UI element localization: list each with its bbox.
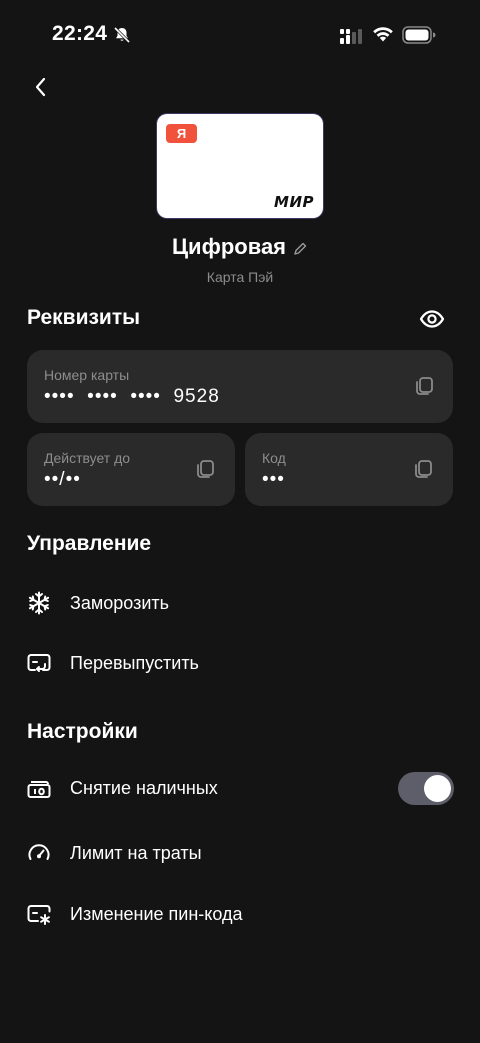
card-number-label: Номер карты: [44, 367, 130, 383]
card-number-field[interactable]: Номер карты •••• •••• •••• 9528: [27, 350, 453, 423]
expiry-value: ••/••: [44, 469, 81, 490]
speedometer-icon: [28, 844, 50, 860]
reissue-card-item[interactable]: Перевыпустить: [0, 635, 480, 691]
change-pin-label: Изменение пин-кода: [70, 903, 243, 924]
signal-icon: [340, 29, 362, 44]
code-field[interactable]: Код •••: [245, 433, 453, 506]
change-pin-item[interactable]: Изменение пин-кода: [0, 886, 480, 942]
chevron-left-icon: [35, 77, 46, 97]
spending-limit-label: Лимит на траты: [70, 842, 202, 863]
card-name-row[interactable]: Цифровая: [0, 234, 480, 260]
wifi-icon: [373, 27, 393, 42]
cash-withdrawal-label: Снятие наличных: [70, 777, 218, 798]
mir-logo: МИР: [274, 193, 314, 211]
card-subtitle: Карта Пэй: [206, 269, 274, 285]
card-image[interactable]: Я МИР: [157, 114, 323, 218]
reissue-card-icon: [27, 654, 51, 672]
spending-limit-item[interactable]: Лимит на траты: [0, 825, 480, 881]
expiry-field[interactable]: Действует до ••/••: [27, 433, 235, 506]
freeze-label: Заморозить: [70, 592, 170, 613]
cash-withdrawal-toggle[interactable]: [398, 772, 454, 805]
copy-icon[interactable]: [194, 458, 216, 480]
back-button[interactable]: [24, 70, 58, 104]
code-value: •••: [262, 469, 285, 490]
details-title: Реквизиты: [27, 306, 141, 329]
status-bar: 22:24: [0, 0, 480, 70]
yandex-logo: Я: [166, 124, 197, 143]
management-title: Управление: [27, 532, 152, 555]
code-label: Код: [262, 450, 286, 466]
freeze-card-item[interactable]: Заморозить: [0, 575, 480, 631]
expiry-label: Действует до: [44, 450, 131, 466]
copy-icon[interactable]: [412, 458, 434, 480]
status-time: 22:24: [52, 22, 108, 45]
copy-icon[interactable]: [413, 375, 435, 397]
bell-off-icon: [113, 26, 131, 44]
battery-icon: [402, 26, 436, 44]
snowflake-icon: [28, 591, 50, 615]
card-name: Цифровая: [171, 234, 287, 259]
settings-title: Настройки: [27, 720, 138, 743]
toggle-knob: [424, 775, 451, 802]
reissue-label: Перевыпустить: [70, 652, 199, 673]
eye-icon[interactable]: [418, 305, 446, 333]
card-number-value: •••• •••• •••• 9528: [44, 386, 220, 407]
pencil-icon[interactable]: [292, 241, 308, 257]
cash-withdrawal-icon: [27, 781, 51, 798]
pin-code-icon: [27, 905, 51, 925]
